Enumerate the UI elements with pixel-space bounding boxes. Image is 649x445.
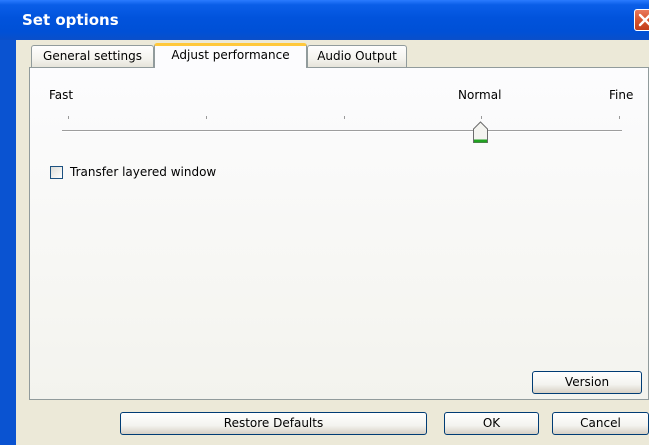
slider-tick bbox=[206, 116, 207, 119]
tab-general-settings[interactable]: General settings bbox=[31, 45, 154, 67]
ok-button[interactable]: OK bbox=[444, 412, 539, 435]
cancel-button[interactable]: Cancel bbox=[552, 412, 649, 435]
transfer-layered-window-checkbox[interactable] bbox=[50, 166, 63, 179]
tab-label: Adjust performance bbox=[171, 48, 290, 62]
close-icon bbox=[638, 13, 649, 27]
restore-defaults-button[interactable]: Restore Defaults bbox=[120, 412, 427, 435]
slider-thumb[interactable] bbox=[472, 121, 489, 144]
slider-tick bbox=[619, 116, 620, 119]
window-left-border bbox=[0, 40, 16, 445]
slider-label-fine: Fine bbox=[609, 88, 634, 102]
title-bar[interactable]: Set options bbox=[0, 0, 649, 40]
version-button[interactable]: Version bbox=[532, 371, 642, 394]
transfer-layered-window-label[interactable]: Transfer layered window bbox=[70, 165, 216, 179]
window-title: Set options bbox=[22, 11, 119, 29]
tab-adjust-performance[interactable]: Adjust performance bbox=[154, 43, 307, 68]
slider-tick bbox=[481, 116, 482, 119]
tab-audio-output[interactable]: Audio Output bbox=[307, 45, 407, 67]
slider-tick bbox=[68, 116, 69, 119]
tab-label: Audio Output bbox=[317, 49, 397, 63]
close-button[interactable] bbox=[634, 9, 649, 31]
slider-label-fast: Fast bbox=[49, 88, 74, 102]
tab-label: General settings bbox=[43, 49, 142, 63]
slider-track bbox=[62, 130, 622, 132]
slider-label-normal: Normal bbox=[458, 88, 502, 102]
tab-panel-adjust-performance bbox=[29, 67, 649, 400]
slider-tick bbox=[344, 116, 345, 119]
